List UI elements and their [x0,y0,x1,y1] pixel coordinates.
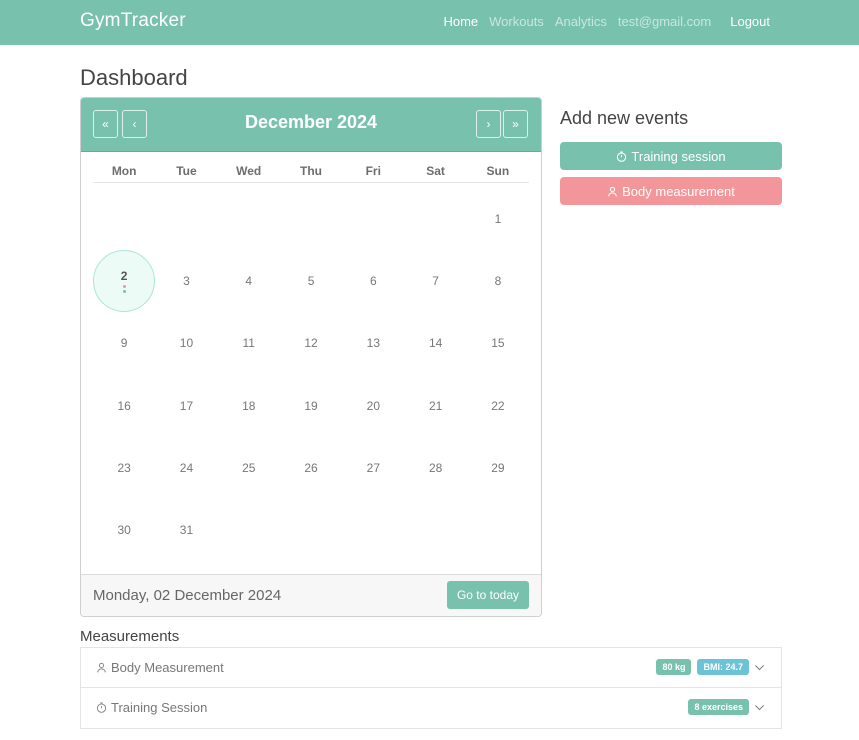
badge-group: 80 kg BMI: 24.7 [656,659,749,675]
accordion-title: Body Measurement [111,660,224,675]
weight-badge: 80 kg [656,659,692,675]
accordion-item-training-session[interactable]: Training Session 8 exercises [81,688,781,728]
training-session-label: Training session [631,148,726,164]
calendar-day[interactable]: 8 [467,250,529,312]
person-icon [608,186,617,196]
go-to-today-button[interactable]: Go to today [446,581,529,609]
calendar-day[interactable]: 28 [404,437,466,499]
brand-logo[interactable]: GymTracker [80,10,186,32]
calendar-day[interactable]: 31 [155,499,217,561]
calendar: « ‹ December 2024 › » Mon Tue Wed Thu Fr… [80,97,542,617]
calendar-day[interactable]: 29 [467,437,529,499]
body-measurement-label: Body measurement [622,183,735,199]
weekday-label: Sat [426,164,445,178]
bmi-badge: BMI: 24.7 [697,659,749,675]
measurements-accordion: Body Measurement 80 kg BMI: 24.7 Trainin… [80,647,782,729]
day-number: 2 [120,269,128,284]
calendar-empty-cell [404,188,466,250]
nav-links: Home Workouts Analytics test@gmail.com L… [443,14,770,29]
chevron-down-icon[interactable] [754,662,765,673]
calendar-day[interactable]: 20 [342,375,404,437]
calendar-day[interactable]: 5 [280,250,342,312]
add-events-title: Add new events [560,108,689,128]
calendar-day[interactable]: 3 [155,250,217,312]
stopwatch-icon [96,702,107,713]
nav-user-email[interactable]: test@gmail.com [618,14,711,29]
calendar-header: « ‹ December 2024 › » [81,98,541,152]
calendar-day[interactable]: 14 [404,312,466,374]
calendar-day[interactable]: 6 [342,250,404,312]
weekday-label: Fri [365,164,381,178]
calendar-day[interactable]: 22 [467,375,529,437]
calendar-day[interactable]: 30 [93,499,155,561]
calendar-day[interactable]: 13 [342,312,404,374]
weekday-header: Mon Tue Wed Thu Fri Sat Sun [93,164,529,183]
calendar-empty-cell [342,188,404,250]
calendar-empty-cell [155,188,217,250]
event-dot [122,285,126,289]
calendar-day[interactable]: 9 [93,312,155,374]
add-body-measurement-button[interactable]: Body measurement [560,177,782,205]
accordion-title: Training Session [111,700,208,715]
next-month-button[interactable]: › [476,110,501,138]
calendar-day[interactable]: 26 [280,437,342,499]
calendar-empty-cell [280,188,342,250]
calendar-day[interactable]: 25 [218,437,280,499]
calendar-day[interactable]: 17 [155,375,217,437]
calendar-day[interactable]: 10 [155,312,217,374]
calendar-footer: Monday, 02 December 2024 Go to today [81,574,541,616]
weekday-label: Wed [236,164,262,178]
calendar-day[interactable]: 2 [93,250,156,313]
nav-analytics[interactable]: Analytics [555,14,607,29]
navbar: GymTracker Home Workouts Analytics test@… [0,0,859,45]
calendar-day[interactable]: 21 [404,375,466,437]
calendar-day[interactable]: 12 [280,312,342,374]
calendar-day[interactable]: 24 [155,437,217,499]
nav-workouts[interactable]: Workouts [489,14,544,29]
selected-day-highlight: 2 [93,250,156,313]
accordion-item-body-measurement[interactable]: Body Measurement 80 kg BMI: 24.7 [81,648,781,688]
calendar-day[interactable]: 11 [218,312,280,374]
person-icon [97,662,106,673]
calendar-day[interactable]: 7 [404,250,466,312]
add-training-session-button[interactable]: Training session [560,142,782,170]
stopwatch-icon [617,150,627,162]
weekday-label: Thu [299,164,322,178]
weekday-label: Tue [176,164,197,178]
calendar-day[interactable]: 27 [342,437,404,499]
calendar-day[interactable]: 15 [467,312,529,374]
measurements-title: Measurements [80,628,180,645]
chevron-down-icon[interactable] [754,702,765,713]
next-year-button[interactable]: » [503,110,528,138]
event-dot [122,290,126,294]
calendar-day[interactable]: 23 [93,437,155,499]
calendar-empty-cell [218,188,280,250]
nav-home[interactable]: Home [443,14,478,29]
accordion-label: Body Measurement [96,660,224,675]
calendar-day[interactable]: 16 [93,375,155,437]
page-title: Dashboard [80,65,188,90]
exercises-badge: 8 exercises [688,699,749,715]
calendar-days-grid: 1 2 3 4 5 6 7 8 9 10 11 12 13 14 15 16 17 18 19 20 21 22 23 24 2… [93,188,529,561]
badge-group: 8 exercises [688,699,749,715]
accordion-label: Training Session [96,700,207,715]
weekday-label: Sun [486,164,510,178]
weekday-label: Mon [111,164,137,178]
calendar-empty-cell [93,188,155,250]
calendar-day[interactable]: 18 [218,375,280,437]
selected-date-label: Monday, 02 December 2024 [93,587,282,604]
event-dots [122,285,126,294]
calendar-day[interactable]: 1 [467,188,529,250]
logout-link[interactable]: Logout [730,14,770,29]
calendar-day[interactable]: 4 [218,250,280,312]
calendar-day[interactable]: 19 [280,375,342,437]
calendar-month-title: December 2024 [244,112,378,132]
